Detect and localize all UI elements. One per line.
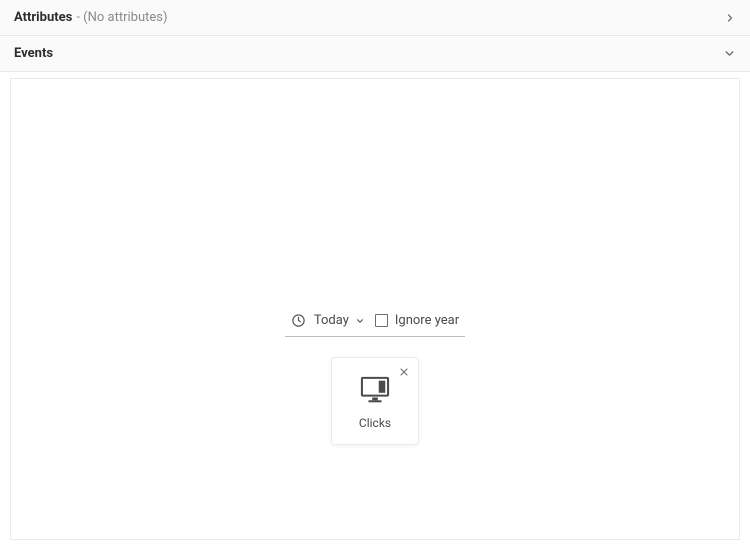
date-filter-group: Today: [291, 313, 365, 328]
ignore-year-checkbox[interactable]: Ignore year: [375, 313, 459, 328]
event-card[interactable]: Clicks: [331, 357, 419, 445]
date-range-select[interactable]: Today: [314, 313, 365, 328]
monitor-icon: [360, 376, 390, 404]
clock-icon: [291, 313, 306, 328]
events-canvas: Today Ignore year: [10, 78, 740, 540]
attributes-section-header[interactable]: Attributes - (No attributes): [0, 0, 750, 36]
events-body: Today Ignore year: [0, 72, 750, 550]
events-section-header[interactable]: Events: [0, 36, 750, 72]
date-range-selected-label: Today: [314, 313, 349, 328]
ignore-year-label: Ignore year: [395, 313, 459, 328]
event-center-block: Today Ignore year: [285, 313, 465, 445]
close-icon[interactable]: [396, 364, 412, 380]
attributes-subtitle: - (No attributes): [76, 10, 167, 25]
date-filter-toolbar: Today Ignore year: [285, 313, 465, 337]
attributes-title-group: Attributes - (No attributes): [14, 10, 168, 25]
chevron-right-icon[interactable]: [724, 12, 736, 24]
attributes-title: Attributes: [14, 10, 72, 25]
chevron-down-icon[interactable]: [723, 47, 736, 60]
chevron-down-icon: [355, 316, 365, 326]
events-title: Events: [14, 46, 53, 61]
event-card-label: Clicks: [359, 416, 391, 430]
events-title-group: Events: [14, 46, 53, 61]
checkbox-box-icon: [375, 314, 388, 327]
